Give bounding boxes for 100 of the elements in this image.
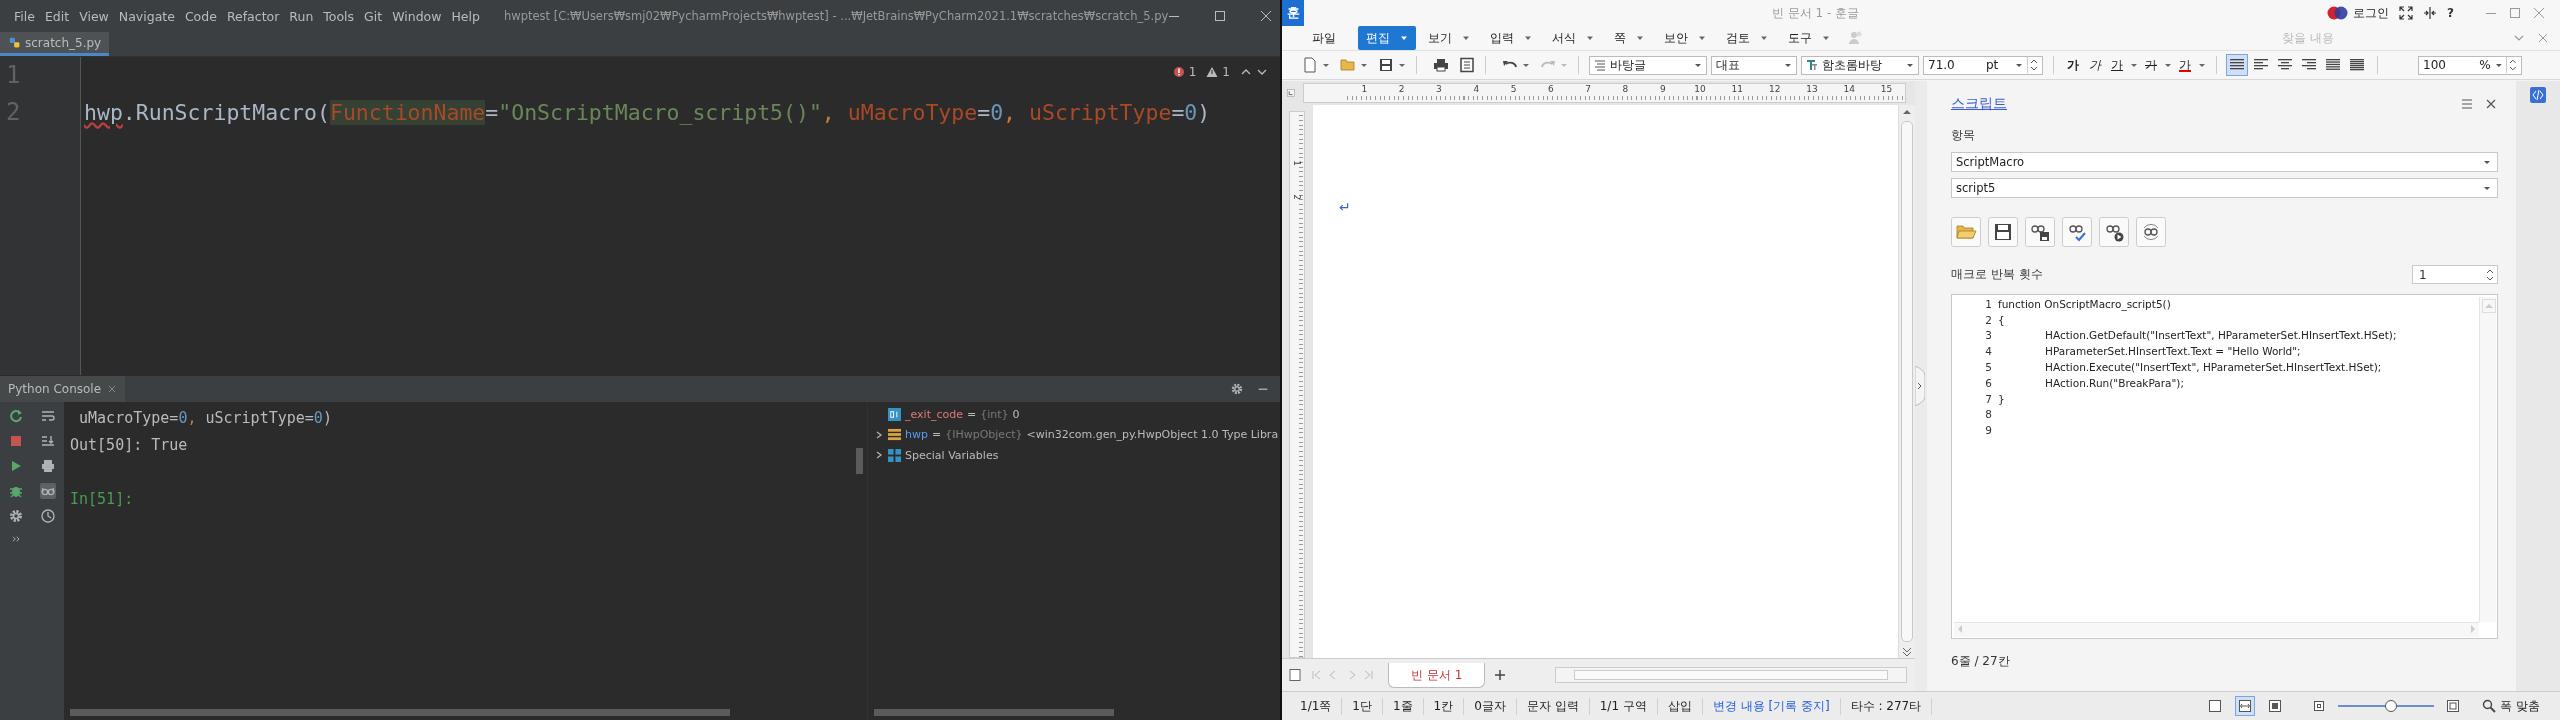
menu-tab[interactable]: 검토 — [1718, 26, 1776, 50]
collapse-handle-icon[interactable] — [1915, 366, 1925, 406]
soft-wrap-icon[interactable] — [40, 408, 56, 424]
zoom-field[interactable]: 100 % — [2418, 55, 2522, 75]
menu-item[interactable]: Help — [451, 8, 480, 24]
scrollbar[interactable] — [1901, 121, 1913, 642]
close-icon[interactable] — [2484, 97, 2498, 111]
menu-tab[interactable]: 쪽 — [1606, 26, 1652, 50]
variable-entry[interactable]: hwp = {IHwpObject} <win32com.gen_py.HwpObject 1.0 Type Libra — [905, 428, 1279, 442]
script-panel-icon[interactable] — [2530, 87, 2546, 103]
close-icon[interactable] — [1260, 10, 1273, 22]
menu-item[interactable]: Git — [364, 8, 383, 24]
language-dropdown[interactable]: 대표 — [1711, 55, 1797, 75]
document-tab[interactable]: 빈 문서 1 — [1388, 662, 1486, 688]
variable-entry[interactable]: Special Variables — [905, 448, 999, 462]
menu-tab[interactable]: 입력 — [1482, 26, 1540, 50]
menu-tab[interactable]: 도구 — [1780, 26, 1838, 50]
caret-icon[interactable] — [1322, 61, 1330, 69]
preview-icon[interactable] — [1459, 57, 1475, 73]
variable-entry[interactable]: _exit_code = {int} 0 — [905, 407, 1020, 421]
menu-item[interactable]: Refactor — [226, 8, 280, 24]
char-format-button[interactable]: 가 — [2108, 56, 2126, 74]
menu-item[interactable]: Run — [289, 8, 314, 24]
menu-item[interactable]: View — [79, 8, 109, 24]
menu-tab[interactable]: 보기 — [1420, 26, 1478, 50]
align-justify-icon[interactable] — [2227, 55, 2247, 75]
macro-play-icon[interactable] — [2099, 217, 2129, 247]
editor-tab[interactable]: scratch_5.py — [0, 32, 110, 56]
macro-repeat-icon[interactable] — [2136, 217, 2166, 247]
error-count[interactable]: 1 — [1188, 65, 1197, 79]
number-variable-icon — [888, 407, 901, 421]
slider-thumb[interactable] — [2384, 700, 2397, 712]
ruler[interactable]: 1 2 3 4 5 6 7 8 9 10 11 12 13 14 15 — [1302, 83, 1907, 103]
page-icon[interactable] — [1288, 668, 1302, 682]
caret-icon[interactable] — [2198, 61, 2206, 69]
zoom-slider[interactable] — [2338, 699, 2435, 713]
save-icon[interactable] — [1378, 57, 1394, 73]
new-document-icon[interactable] — [1302, 57, 1318, 73]
scrollbar[interactable] — [1555, 667, 1907, 683]
print-icon[interactable] — [40, 458, 56, 474]
add-tab-icon[interactable] — [1493, 668, 1508, 682]
menu-tab[interactable]: 파일 — [1304, 26, 1344, 50]
caret-icon[interactable] — [2130, 61, 2138, 69]
rerun-icon[interactable] — [8, 408, 24, 424]
menu-tab[interactable]: 서식 — [1544, 26, 1602, 50]
ruler-number: 3 — [1435, 84, 1443, 95]
maximize-icon[interactable] — [1214, 10, 1227, 22]
login-link[interactable]: 로그인 — [2353, 4, 2390, 22]
macro-save-icon[interactable] — [2025, 217, 2055, 247]
caret-icon[interactable] — [1360, 61, 1368, 69]
menu-item[interactable]: Code — [184, 8, 217, 24]
script-dropdown[interactable]: script5 — [1951, 178, 2498, 198]
char-format-button[interactable]: 가 — [2086, 56, 2104, 74]
vertical-ruler[interactable]: 1 2 — [1289, 111, 1305, 658]
print-icon[interactable] — [1433, 57, 1449, 73]
warning-count[interactable]: 1 — [1222, 65, 1230, 79]
menu-item[interactable]: Navigate — [118, 8, 175, 24]
macro-check-icon[interactable] — [2062, 217, 2092, 247]
save-icon[interactable] — [1988, 217, 2018, 247]
menu-tab[interactable]: 보안 — [1656, 26, 1714, 50]
font-dropdown[interactable]: 함초롬바탕 — [1801, 55, 1919, 75]
menu-item[interactable]: File — [14, 8, 35, 24]
spinner-icon[interactable] — [2027, 57, 2038, 73]
search-field[interactable]: 찾을 내용 — [2280, 28, 2504, 48]
settings-icon[interactable] — [1230, 382, 1244, 396]
caret-icon[interactable] — [1522, 61, 1530, 69]
char-format-button[interactable]: 가 — [2142, 56, 2160, 74]
stop-icon[interactable] — [8, 433, 24, 449]
document-page[interactable]: ↵ — [1313, 105, 1898, 658]
menu-item[interactable]: Tools — [323, 8, 355, 24]
console-tab[interactable]: Python Console — [0, 376, 126, 402]
style-dropdown[interactable]: 바탕글 — [1589, 55, 1707, 75]
char-format-button[interactable]: 가 — [2064, 56, 2082, 74]
char-format-button[interactable]: 가 — [2176, 56, 2194, 74]
menu-tab[interactable]: 편집 — [1358, 26, 1416, 50]
scrollbar[interactable] — [70, 709, 730, 716]
repeat-count-field[interactable]: 1 — [2412, 265, 2498, 284]
item-dropdown[interactable]: ScriptMacro — [1951, 152, 2498, 172]
help-button[interactable]: ? — [2447, 6, 2454, 20]
view-width-icon[interactable] — [2236, 697, 2255, 715]
settings-icon[interactable] — [8, 508, 24, 524]
font-size-field[interactable]: 71.0 pt — [1923, 55, 2043, 75]
status-item[interactable]: 변경 내용 [기록 중지] — [1702, 697, 1841, 715]
fit-width-button[interactable]: 폭 맞춤 — [2482, 697, 2540, 715]
scrollbar[interactable] — [2479, 297, 2496, 622]
fullscreen-icon[interactable] — [2399, 6, 2414, 20]
clock-icon[interactable] — [40, 508, 56, 524]
glasses-icon[interactable] — [40, 483, 56, 499]
scroll-to-end-icon[interactable] — [40, 433, 56, 449]
split-view-icon[interactable] — [2423, 6, 2438, 20]
caret-icon[interactable] — [1398, 61, 1406, 69]
tab-type-icon[interactable] — [1287, 86, 1295, 100]
caret-icon[interactable] — [2164, 61, 2172, 69]
menu-item[interactable]: Window — [392, 8, 442, 24]
maximize-icon[interactable] — [2508, 6, 2522, 20]
spinner-icon[interactable] — [2506, 57, 2517, 73]
menu-item[interactable]: Edit — [44, 8, 70, 24]
scrollbar[interactable] — [874, 709, 1114, 716]
expand-more-icon[interactable] — [10, 533, 22, 545]
scrollbar[interactable] — [856, 448, 863, 474]
